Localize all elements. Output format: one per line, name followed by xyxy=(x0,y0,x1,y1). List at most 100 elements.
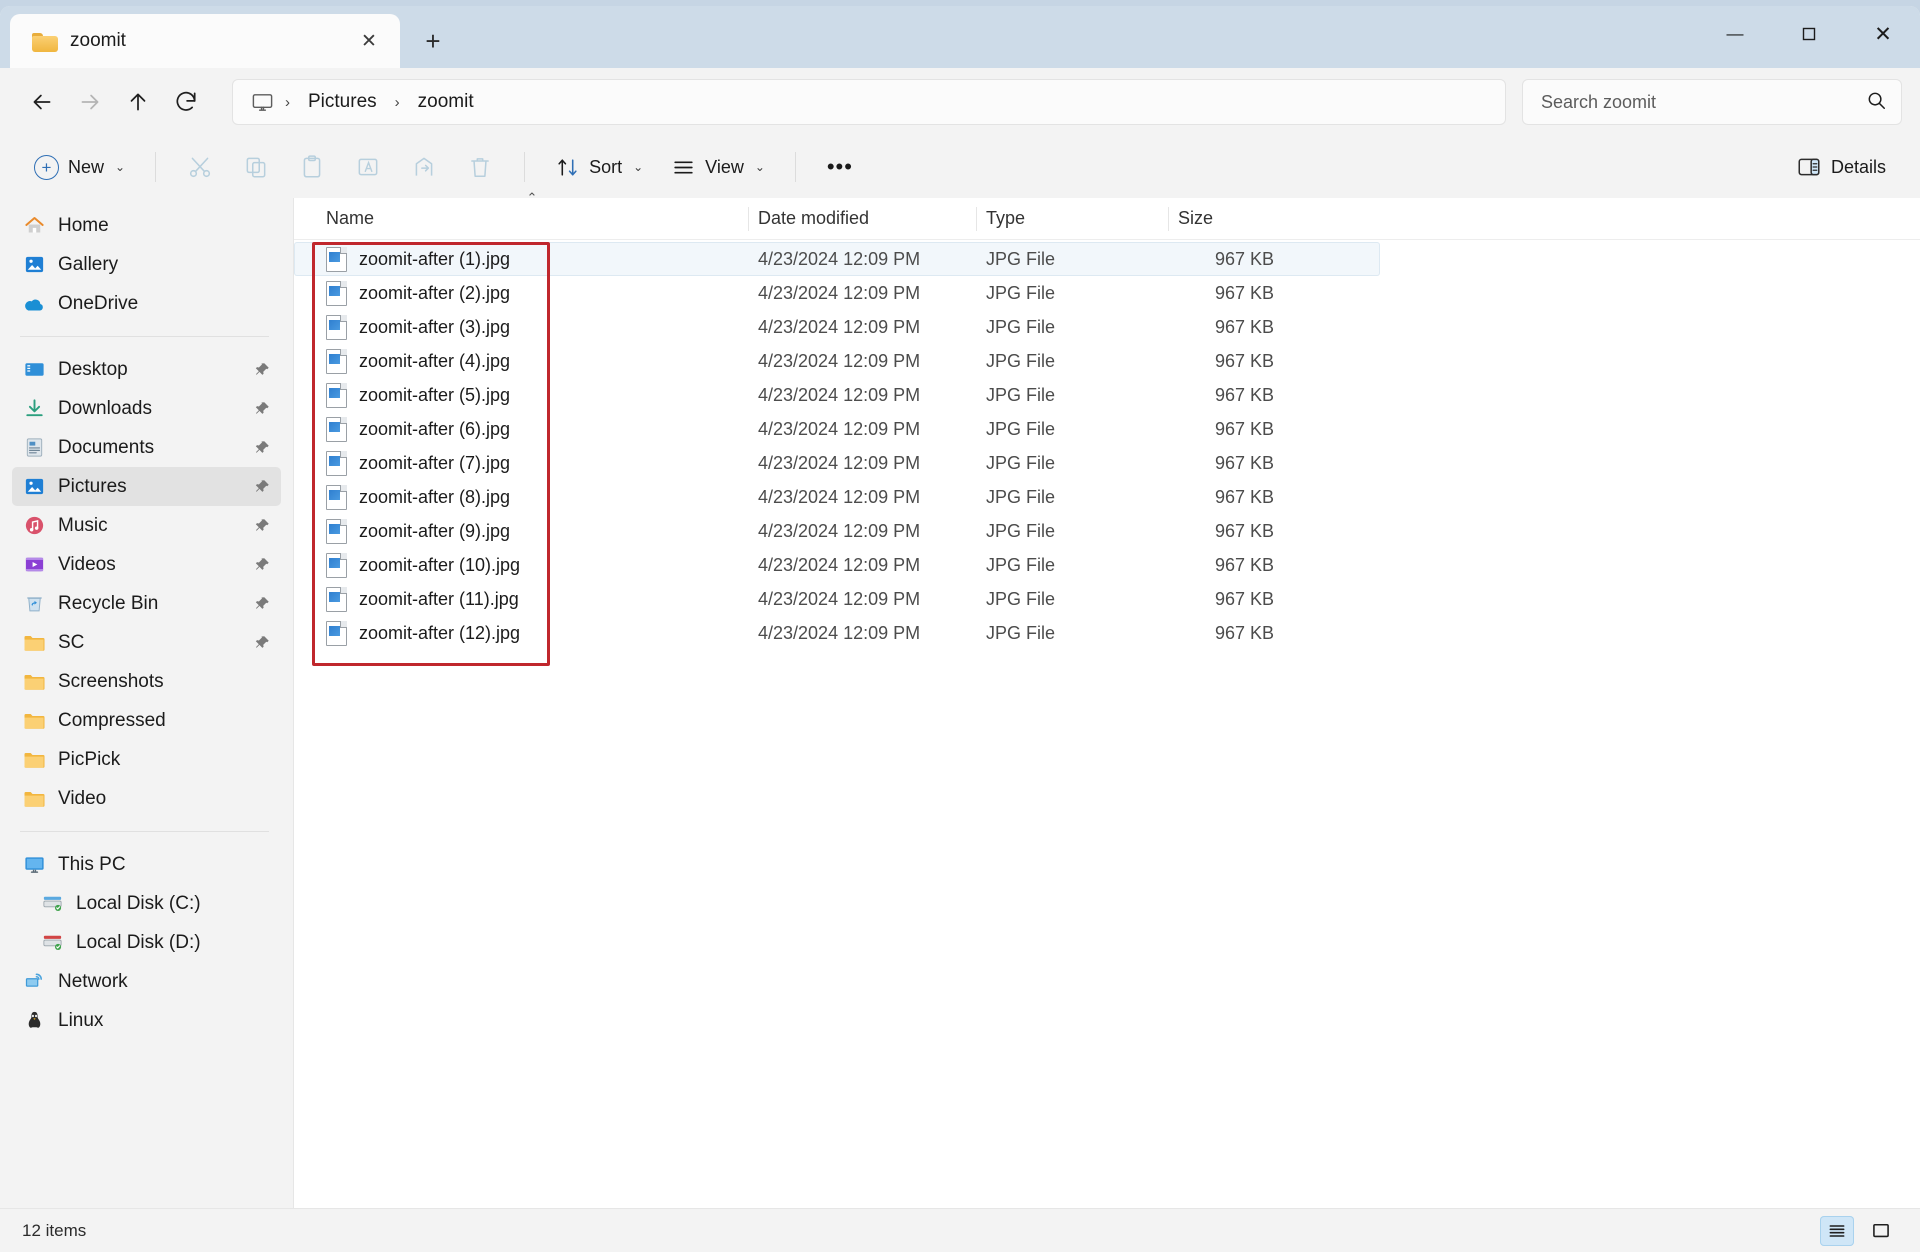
table-row[interactable]: zoomit-after (6).jpg 4/23/2024 12:09 PM … xyxy=(294,412,1920,446)
file-name-cell: zoomit-after (1).jpg xyxy=(316,242,748,276)
sort-button[interactable]: Sort ⌄ xyxy=(543,145,655,189)
table-row[interactable]: zoomit-after (8).jpg 4/23/2024 12:09 PM … xyxy=(294,480,1920,514)
file-type-cell: JPG File xyxy=(986,554,1056,575)
sidebar-item-pictures[interactable]: Pictures xyxy=(12,467,281,506)
new-tab-button[interactable]: + xyxy=(410,18,456,64)
sidebar-item-screenshots[interactable]: Screenshots xyxy=(12,662,281,701)
sidebar-item-picpick[interactable]: PicPick xyxy=(12,740,281,779)
table-row[interactable]: zoomit-after (4).jpg 4/23/2024 12:09 PM … xyxy=(294,344,1920,378)
sidebar-item-network[interactable]: Network xyxy=(12,962,281,1001)
address-bar[interactable]: › Pictures › zoomit xyxy=(232,79,1506,125)
refresh-button[interactable] xyxy=(162,78,210,126)
file-name: zoomit-after (1).jpg xyxy=(359,248,511,269)
file-name: zoomit-after (3).jpg xyxy=(359,316,511,337)
copy-icon xyxy=(246,157,266,178)
table-row[interactable]: zoomit-after (7).jpg 4/23/2024 12:09 PM … xyxy=(294,446,1920,480)
file-size-cell: 967 KB xyxy=(1214,554,1274,575)
file-size-cell: 967 KB xyxy=(1214,350,1274,371)
column-header-label: Type xyxy=(986,208,1026,228)
maximize-button[interactable] xyxy=(1772,6,1846,62)
table-row[interactable]: zoomit-after (10).jpg 4/23/2024 12:09 PM… xyxy=(294,548,1920,582)
new-button[interactable]: + New ⌄ xyxy=(22,145,137,189)
rename-button[interactable] xyxy=(342,145,394,189)
search-input[interactable] xyxy=(1541,91,1865,113)
table-row[interactable]: zoomit-after (3).jpg 4/23/2024 12:09 PM … xyxy=(294,310,1920,344)
tab-zoomit[interactable]: zoomit ✕ xyxy=(10,14,400,68)
table-row[interactable]: zoomit-after (12).jpg 4/23/2024 12:09 PM… xyxy=(294,616,1920,650)
column-header-size[interactable]: Size xyxy=(1168,198,1288,240)
sidebar-item-home[interactable]: Home xyxy=(12,206,281,245)
sidebar-item-videos[interactable]: Videos xyxy=(12,545,281,584)
sidebar-item-this-pc[interactable]: This PC xyxy=(12,845,281,884)
delete-button[interactable] xyxy=(454,145,506,189)
sidebar-item-local-disk-c[interactable]: Local Disk (C:) xyxy=(12,884,281,923)
column-header-name[interactable]: ⌃ Name xyxy=(316,190,748,240)
pin-icon[interactable] xyxy=(253,556,271,573)
table-row[interactable]: zoomit-after (9).jpg 4/23/2024 12:09 PM … xyxy=(294,514,1920,548)
sidebar-item-label: Screenshots xyxy=(58,670,164,692)
sidebar-item-music[interactable]: Music xyxy=(12,506,281,545)
pin-icon[interactable] xyxy=(253,439,271,456)
jpg-file-icon xyxy=(326,450,347,476)
table-row[interactable]: zoomit-after (11).jpg 4/23/2024 12:09 PM… xyxy=(294,582,1920,616)
sidebar-item-onedrive[interactable]: OneDrive xyxy=(12,284,281,323)
pin-icon[interactable] xyxy=(253,595,271,612)
close-tab-icon[interactable]: ✕ xyxy=(352,24,386,58)
network-icon xyxy=(22,970,46,994)
title-bar: zoomit ✕ + — ✕ xyxy=(0,6,1920,68)
breadcrumb-item-pictures[interactable]: Pictures xyxy=(298,87,387,117)
sidebar-item-compressed[interactable]: Compressed xyxy=(12,701,281,740)
navigation-pane: Home Gallery OneDrive Desktop Downloads … xyxy=(0,198,294,1208)
window-controls: — ✕ xyxy=(1698,6,1920,62)
breadcrumb-separator-1: › xyxy=(285,93,290,111)
copy-button[interactable] xyxy=(230,145,282,189)
sort-ascending-icon: ⌃ xyxy=(526,189,538,205)
sidebar-item-recycle-bin[interactable]: Recycle Bin xyxy=(12,584,281,623)
up-button[interactable] xyxy=(114,78,162,126)
sidebar-item-documents[interactable]: Documents xyxy=(12,428,281,467)
details-pane-button[interactable]: Details xyxy=(1784,145,1898,189)
sidebar-item-gallery[interactable]: Gallery xyxy=(12,245,281,284)
sidebar-item-desktop[interactable]: Desktop xyxy=(12,350,281,389)
share-button[interactable] xyxy=(398,145,450,189)
sidebar-item-downloads[interactable]: Downloads xyxy=(12,389,281,428)
pin-icon[interactable] xyxy=(253,634,271,651)
table-row[interactable]: zoomit-after (1).jpg 4/23/2024 12:09 PM … xyxy=(294,242,1380,276)
pin-icon[interactable] xyxy=(253,478,271,495)
pin-icon[interactable] xyxy=(253,400,271,417)
file-date-cell: 4/23/2024 12:09 PM xyxy=(758,350,921,371)
search-box[interactable] xyxy=(1522,79,1902,125)
explorer-body: Home Gallery OneDrive Desktop Downloads … xyxy=(0,190,1920,1208)
pin-icon[interactable] xyxy=(253,361,271,378)
view-button[interactable]: View ⌄ xyxy=(659,145,777,189)
search-icon[interactable] xyxy=(1865,89,1887,116)
list-view-toggle[interactable] xyxy=(1820,1215,1854,1246)
navigation-bar: › Pictures › zoomit xyxy=(0,68,1920,136)
more-options-button[interactable]: ••• xyxy=(814,145,866,189)
table-row[interactable]: zoomit-after (2).jpg 4/23/2024 12:09 PM … xyxy=(294,276,1920,310)
sidebar-item-linux[interactable]: Linux xyxy=(12,1001,281,1040)
close-window-button[interactable]: ✕ xyxy=(1846,6,1920,62)
recycle-bin-icon xyxy=(22,592,46,616)
pin-icon[interactable] xyxy=(253,517,271,534)
cut-button[interactable] xyxy=(174,145,226,189)
view-list-icon xyxy=(674,160,693,174)
folder-icon xyxy=(22,670,46,694)
back-button[interactable] xyxy=(18,78,66,126)
file-date-cell: 4/23/2024 12:09 PM xyxy=(758,452,921,473)
sidebar-item-local-disk-d[interactable]: Local Disk (D:) xyxy=(12,923,281,962)
table-row[interactable]: zoomit-after (5).jpg 4/23/2024 12:09 PM … xyxy=(294,378,1920,412)
this-pc-monitor-icon[interactable] xyxy=(247,91,277,114)
column-header-date-modified[interactable]: Date modified xyxy=(748,198,976,240)
sidebar-item-video[interactable]: Video xyxy=(12,779,281,818)
paste-button[interactable] xyxy=(286,145,338,189)
file-name-cell: zoomit-after (12).jpg xyxy=(316,616,748,650)
large-icons-view-toggle[interactable] xyxy=(1864,1216,1898,1246)
minimize-button[interactable]: — xyxy=(1698,6,1772,62)
breadcrumb-item-zoomit[interactable]: zoomit xyxy=(408,87,484,117)
sidebar-item-sc[interactable]: SC xyxy=(12,623,281,662)
forward-button[interactable] xyxy=(66,78,114,126)
column-header-type[interactable]: Type xyxy=(976,198,1168,240)
folder-icon xyxy=(22,631,46,655)
sort-icon xyxy=(558,158,577,176)
